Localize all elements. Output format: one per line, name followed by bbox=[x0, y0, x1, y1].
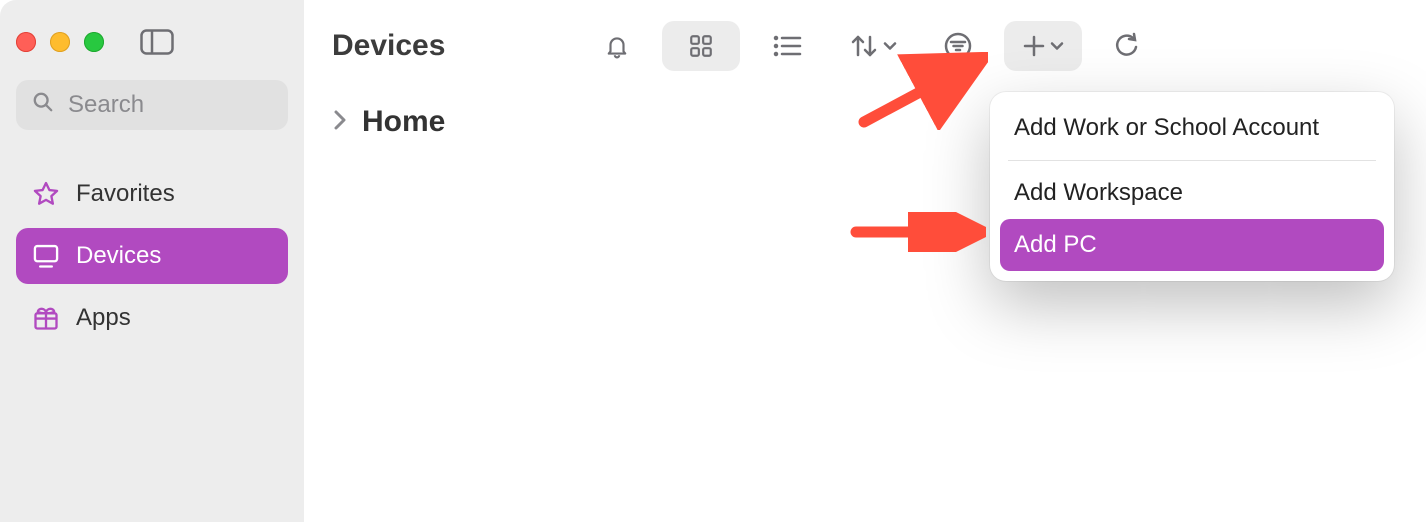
breadcrumb-label: Home bbox=[362, 105, 445, 139]
bell-icon bbox=[604, 32, 630, 60]
refresh-button[interactable] bbox=[1102, 21, 1152, 71]
sort-icon bbox=[849, 32, 879, 60]
zoom-window-button[interactable] bbox=[84, 32, 104, 52]
grid-icon bbox=[688, 33, 714, 59]
menu-item-add-pc[interactable]: Add PC bbox=[1000, 219, 1384, 271]
search-field[interactable] bbox=[16, 80, 288, 130]
star-icon bbox=[32, 180, 60, 208]
add-button[interactable] bbox=[1004, 21, 1082, 71]
gift-icon bbox=[32, 304, 60, 332]
close-window-button[interactable] bbox=[16, 32, 36, 52]
notifications-button[interactable] bbox=[592, 21, 642, 71]
sidebar-item-devices[interactable]: Devices bbox=[16, 228, 288, 284]
sidebar-item-favorites[interactable]: Favorites bbox=[16, 166, 288, 222]
menu-item-add-workspace[interactable]: Add Workspace bbox=[1000, 167, 1384, 219]
sidebar-toggle-button[interactable] bbox=[140, 29, 174, 55]
window-controls bbox=[16, 32, 104, 52]
page-title: Devices bbox=[332, 29, 445, 63]
sidebar-item-label: Apps bbox=[76, 304, 131, 332]
chevron-down-icon bbox=[883, 39, 897, 53]
grid-view-button[interactable] bbox=[662, 21, 740, 71]
minimize-window-button[interactable] bbox=[50, 32, 70, 52]
refresh-icon bbox=[1114, 32, 1140, 60]
menu-separator bbox=[1008, 160, 1376, 161]
search-input[interactable] bbox=[66, 90, 272, 120]
filter-icon bbox=[944, 32, 972, 60]
sidebar-nav: Favorites Devices Apps bbox=[16, 166, 288, 346]
search-icon bbox=[32, 91, 54, 120]
chevron-down-icon bbox=[1050, 39, 1064, 53]
add-menu: Add Work or School Account Add Workspace… bbox=[990, 92, 1394, 281]
list-icon bbox=[772, 34, 802, 58]
titlebar bbox=[16, 24, 288, 60]
toolbar: Devices bbox=[304, 0, 1180, 92]
chevron-right-icon bbox=[332, 109, 348, 136]
list-view-button[interactable] bbox=[760, 21, 814, 71]
sidebar-item-label: Favorites bbox=[76, 180, 175, 208]
toolbar-group bbox=[592, 21, 1152, 71]
menu-item-add-account[interactable]: Add Work or School Account bbox=[1000, 102, 1384, 154]
sidebar-item-label: Devices bbox=[76, 242, 161, 270]
sidebar-item-apps[interactable]: Apps bbox=[16, 290, 288, 346]
filter-button[interactable] bbox=[932, 21, 984, 71]
plus-icon bbox=[1022, 34, 1046, 58]
sort-button[interactable] bbox=[834, 21, 912, 71]
sidebar: Favorites Devices Apps bbox=[0, 0, 304, 522]
monitor-icon bbox=[32, 242, 60, 270]
